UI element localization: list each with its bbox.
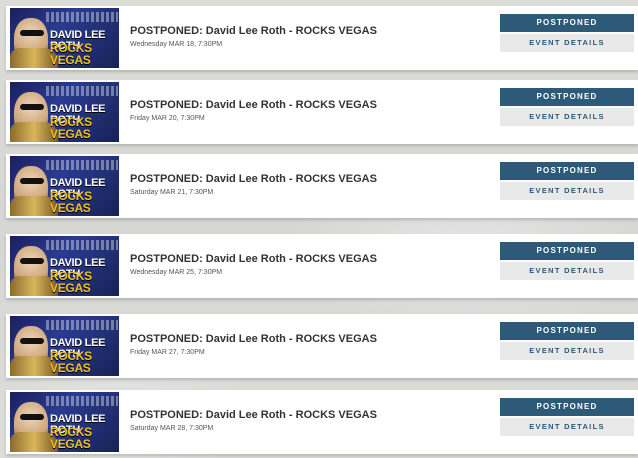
postponed-button[interactable]: POSTPONED	[500, 242, 634, 260]
poster-subheadline: ROCKS VEGAS	[50, 41, 92, 67]
event-date: Friday MAR 27, 7:30PM	[130, 349, 205, 356]
event-details-button[interactable]: EVENT DETAILS	[500, 418, 634, 436]
poster-fine-print	[46, 86, 118, 96]
event-date: Friday MAR 20, 7:30PM	[130, 115, 205, 122]
poster-subheadline: ROCKS VEGAS	[50, 189, 92, 215]
event-card: DAVID LEE ROTH ROCKS VEGAS POSTPONED: Da…	[6, 390, 638, 454]
sunglasses-graphic	[20, 414, 44, 420]
postponed-button[interactable]: POSTPONED	[500, 88, 634, 106]
postponed-button[interactable]: POSTPONED	[500, 14, 634, 32]
event-details-button[interactable]: EVENT DETAILS	[500, 262, 634, 280]
sunglasses-graphic	[20, 258, 44, 264]
sunglasses-graphic	[20, 104, 44, 110]
event-thumbnail[interactable]: DAVID LEE ROTH ROCKS VEGAS	[10, 316, 119, 376]
event-card: DAVID LEE ROTH ROCKS VEGAS POSTPONED: Da…	[6, 154, 638, 218]
event-date: Saturday MAR 28, 7:30PM	[130, 425, 214, 432]
poster-fine-print	[46, 12, 118, 22]
poster-fine-print	[46, 160, 118, 170]
event-thumbnail[interactable]: DAVID LEE ROTH ROCKS VEGAS	[10, 236, 119, 296]
sunglasses-graphic	[20, 30, 44, 36]
poster-subheadline: ROCKS VEGAS	[50, 349, 92, 375]
event-thumbnail[interactable]: DAVID LEE ROTH ROCKS VEGAS	[10, 156, 119, 216]
poster-fine-print	[46, 396, 118, 406]
event-title[interactable]: POSTPONED: David Lee Roth - ROCKS VEGAS	[130, 409, 377, 421]
event-title[interactable]: POSTPONED: David Lee Roth - ROCKS VEGAS	[130, 99, 377, 111]
poster-fine-print	[46, 320, 118, 330]
event-details-button[interactable]: EVENT DETAILS	[500, 182, 634, 200]
event-title[interactable]: POSTPONED: David Lee Roth - ROCKS VEGAS	[130, 253, 377, 265]
postponed-button[interactable]: POSTPONED	[500, 322, 634, 340]
event-date: Wednesday MAR 25, 7:30PM	[130, 269, 223, 276]
event-thumbnail[interactable]: DAVID LEE ROTH ROCKS VEGAS	[10, 82, 119, 142]
poster-subheadline: ROCKS VEGAS	[50, 115, 92, 141]
sunglasses-graphic	[20, 338, 44, 344]
event-title[interactable]: POSTPONED: David Lee Roth - ROCKS VEGAS	[130, 333, 377, 345]
postponed-button[interactable]: POSTPONED	[500, 398, 634, 416]
poster-fine-print	[46, 240, 118, 250]
event-details-button[interactable]: EVENT DETAILS	[500, 34, 634, 52]
event-card: DAVID LEE ROTH ROCKS VEGAS POSTPONED: Da…	[6, 234, 638, 298]
event-details-button[interactable]: EVENT DETAILS	[500, 108, 634, 126]
event-card: DAVID LEE ROTH ROCKS VEGAS POSTPONED: Da…	[6, 6, 638, 70]
event-details-button[interactable]: EVENT DETAILS	[500, 342, 634, 360]
event-thumbnail[interactable]: DAVID LEE ROTH ROCKS VEGAS	[10, 392, 119, 452]
event-card: DAVID LEE ROTH ROCKS VEGAS POSTPONED: Da…	[6, 314, 638, 378]
sunglasses-graphic	[20, 178, 44, 184]
poster-subheadline: ROCKS VEGAS	[50, 269, 92, 295]
event-title[interactable]: POSTPONED: David Lee Roth - ROCKS VEGAS	[130, 25, 377, 37]
poster-subheadline: ROCKS VEGAS	[50, 425, 92, 451]
event-date: Saturday MAR 21, 7:30PM	[130, 189, 214, 196]
postponed-button[interactable]: POSTPONED	[500, 162, 634, 180]
event-thumbnail[interactable]: DAVID LEE ROTH ROCKS VEGAS	[10, 8, 119, 68]
event-card: DAVID LEE ROTH ROCKS VEGAS POSTPONED: Da…	[6, 80, 638, 144]
event-title[interactable]: POSTPONED: David Lee Roth - ROCKS VEGAS	[130, 173, 377, 185]
event-date: Wednesday MAR 18, 7:30PM	[130, 41, 223, 48]
